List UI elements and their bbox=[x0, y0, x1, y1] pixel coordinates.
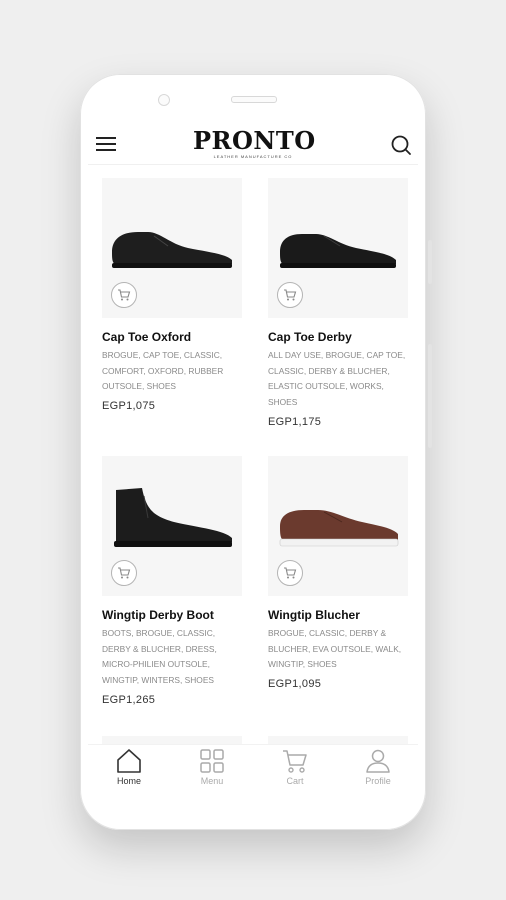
nav-home-label: Home bbox=[116, 776, 141, 786]
speaker-grille bbox=[231, 96, 277, 103]
add-to-cart-button[interactable] bbox=[277, 560, 303, 586]
shoe-sole bbox=[279, 538, 399, 547]
product-tags: BOOTS, BROGUE, CLASSIC, DERBY & BLUCHER,… bbox=[102, 628, 217, 685]
shoe-image bbox=[114, 488, 232, 547]
cart-icon bbox=[284, 567, 297, 579]
phone-side-button bbox=[428, 344, 432, 448]
brand-logo[interactable]: PRONTO LEATHER MANUFACTURE CO bbox=[193, 126, 316, 160]
grid-icon bbox=[200, 749, 224, 773]
top-app-bar: PRONTO LEATHER MANUFACTURE CO bbox=[88, 124, 418, 165]
product-title[interactable]: Cap Toe Oxford bbox=[102, 330, 252, 344]
product-title[interactable]: Wingtip Blucher bbox=[268, 608, 418, 622]
hamburger-icon[interactable] bbox=[96, 136, 116, 152]
bottom-navigation: Home Menu Cart Profile bbox=[88, 744, 418, 792]
cart-icon bbox=[283, 750, 307, 773]
phone-frame: PRONTO LEATHER MANUFACTURE CO Cap Toe Ox… bbox=[80, 74, 432, 830]
shoe-upper bbox=[280, 510, 398, 540]
cart-icon bbox=[284, 289, 297, 301]
next-product-card-peek bbox=[268, 736, 408, 744]
shoe-sole bbox=[280, 263, 396, 268]
shoe-image bbox=[279, 510, 399, 547]
nav-cart[interactable]: Cart bbox=[260, 747, 330, 786]
product-image[interactable] bbox=[268, 456, 408, 596]
product-image[interactable] bbox=[102, 456, 242, 596]
user-icon bbox=[366, 749, 390, 773]
nav-menu[interactable]: Menu bbox=[177, 747, 247, 786]
product-image[interactable] bbox=[102, 178, 242, 318]
nav-menu-label: Menu bbox=[200, 776, 224, 786]
next-product-card-peek bbox=[102, 736, 242, 744]
product-price: EGP1,265 bbox=[102, 694, 156, 706]
logo-wordmark: PRONTO bbox=[193, 126, 316, 155]
home-icon bbox=[117, 749, 141, 773]
nav-home[interactable]: Home bbox=[94, 747, 164, 786]
shoe-image bbox=[112, 232, 232, 268]
add-to-cart-button[interactable] bbox=[277, 282, 303, 308]
shoe-sole bbox=[112, 263, 232, 268]
nav-profile[interactable]: Profile bbox=[343, 747, 413, 786]
add-to-cart-button[interactable] bbox=[111, 560, 137, 586]
cart-icon bbox=[118, 567, 131, 579]
shoe-upper bbox=[116, 488, 232, 542]
phone-side-button bbox=[428, 240, 432, 284]
add-to-cart-button[interactable] bbox=[111, 282, 137, 308]
shoe-upper bbox=[112, 232, 232, 264]
product-price: EGP1,075 bbox=[102, 400, 156, 412]
product-price: EGP1,095 bbox=[268, 678, 322, 690]
nav-profile-label: Profile bbox=[365, 776, 391, 786]
product-price: EGP1,175 bbox=[268, 416, 322, 428]
product-image[interactable] bbox=[268, 178, 408, 318]
nav-cart-label: Cart bbox=[286, 776, 304, 786]
product-tags: BROGUE, CAP TOE, CLASSIC, COMFORT, OXFOR… bbox=[102, 350, 224, 391]
cart-icon bbox=[118, 289, 131, 301]
product-title[interactable]: Wingtip Derby Boot bbox=[102, 608, 252, 622]
product-tags: ALL DAY USE, BROGUE, CAP TOE, CLASSIC, D… bbox=[268, 350, 406, 407]
product-title[interactable]: Cap Toe Derby bbox=[268, 330, 418, 344]
product-tags: BROGUE, CLASSIC, DERBY & BLUCHER, EVA OU… bbox=[268, 628, 402, 669]
shoe-upper bbox=[280, 234, 396, 264]
shoe-sole bbox=[114, 541, 232, 547]
app-screen: PRONTO LEATHER MANUFACTURE CO Cap Toe Ox… bbox=[88, 124, 418, 792]
search-icon[interactable] bbox=[390, 134, 412, 156]
front-camera bbox=[158, 94, 170, 106]
shoe-image bbox=[280, 234, 396, 268]
